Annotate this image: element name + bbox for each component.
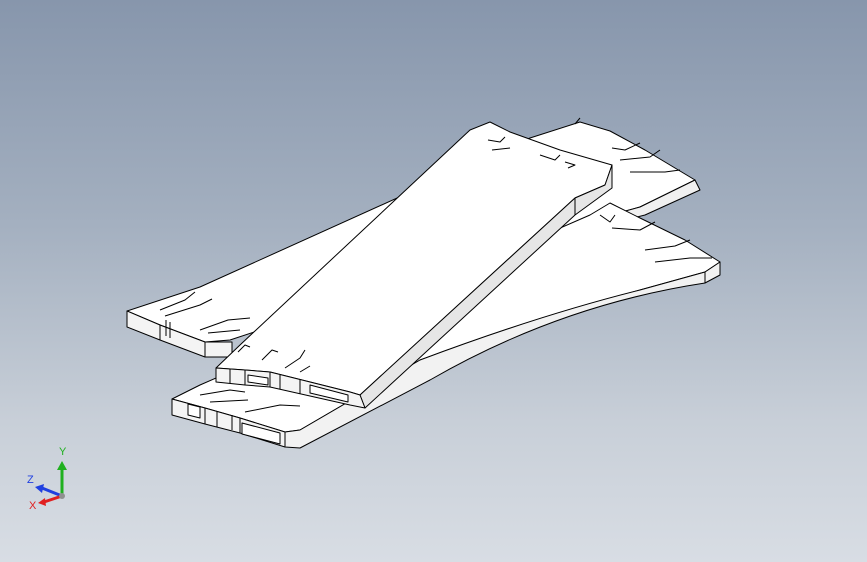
graphics-viewport[interactable]: Y Z X (0, 0, 867, 562)
z-axis-label: Z (27, 474, 34, 486)
wooden-planks-model[interactable] (0, 0, 867, 562)
x-axis-label: X (29, 500, 37, 512)
z-axis-arrow (41, 486, 63, 498)
y-axis-label: Y (59, 446, 67, 458)
